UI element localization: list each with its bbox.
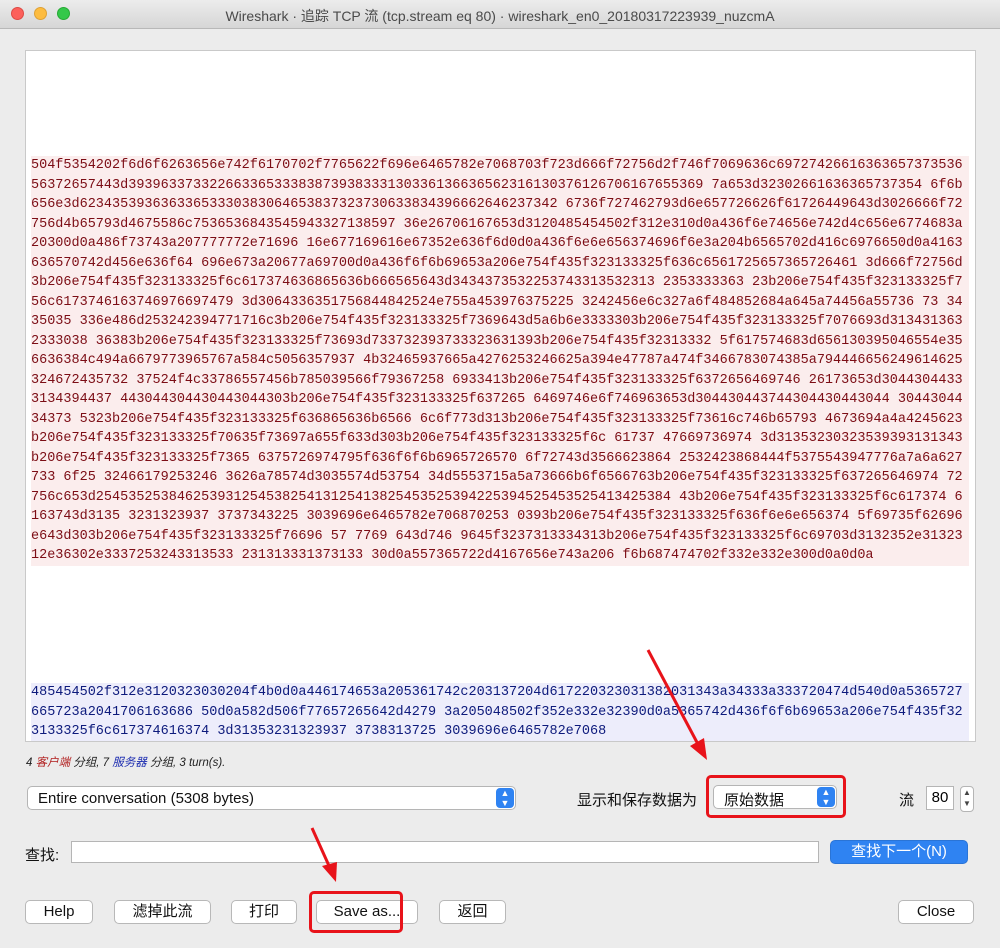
back-button[interactable]: 返回 — [439, 900, 506, 924]
arrow-head-save-as — [322, 862, 337, 882]
find-label: 查找: — [25, 847, 60, 864]
window-title: Wireshark · 追踪 TCP 流 (tcp.stream eq 80) … — [225, 8, 775, 24]
save-as-highlight-box — [309, 891, 403, 933]
client-label: 客户端 — [35, 757, 71, 769]
packet-summary: 4 客户端 分组, 7 服务器 分组, 3 turn(s). — [26, 754, 225, 770]
conversation-select[interactable]: Entire conversation (5308 bytes) ▲ ▼ — [27, 786, 516, 810]
minimize-window-icon[interactable] — [34, 7, 47, 20]
stream-content-area[interactable]: 504f5354202f6d6f6263656e742f6170702f7765… — [25, 50, 976, 742]
title-bar: Wireshark · 追踪 TCP 流 (tcp.stream eq 80) … — [0, 0, 1000, 29]
close-window-icon[interactable] — [11, 7, 24, 20]
help-button[interactable]: Help — [25, 900, 93, 924]
format-highlight-box — [706, 775, 846, 818]
summary-prefix: 4 — [26, 757, 36, 769]
print-button[interactable]: 打印 — [231, 900, 297, 924]
server-stream-text: 485454502f312e3120323030204f4b0d0a446174… — [31, 683, 969, 741]
chevron-updown-icon: ▲ ▼ — [496, 788, 514, 808]
server-label: 服务器 — [112, 757, 147, 769]
stream-label: 流 — [899, 792, 915, 809]
summary-mid2: 分组, 3 turn(s). — [146, 757, 226, 769]
zoom-window-icon[interactable] — [57, 7, 70, 20]
show-save-label: 显示和保存数据为 — [577, 792, 698, 809]
close-button[interactable]: Close — [898, 900, 974, 924]
conversation-select-value: Entire conversation (5308 bytes) — [38, 790, 254, 807]
find-next-button[interactable]: 查找下一个(N) — [830, 840, 968, 864]
client-stream-text: 504f5354202f6d6f6263656e742f6170702f7765… — [31, 156, 969, 566]
stream-stepper[interactable]: ▲ ▼ — [960, 786, 974, 812]
stream-number-field[interactable]: 80 — [926, 786, 954, 810]
filter-out-stream-button[interactable]: 滤掉此流 — [114, 900, 211, 924]
summary-mid1: 分组, 7 — [70, 757, 113, 769]
find-input[interactable] — [71, 841, 819, 863]
